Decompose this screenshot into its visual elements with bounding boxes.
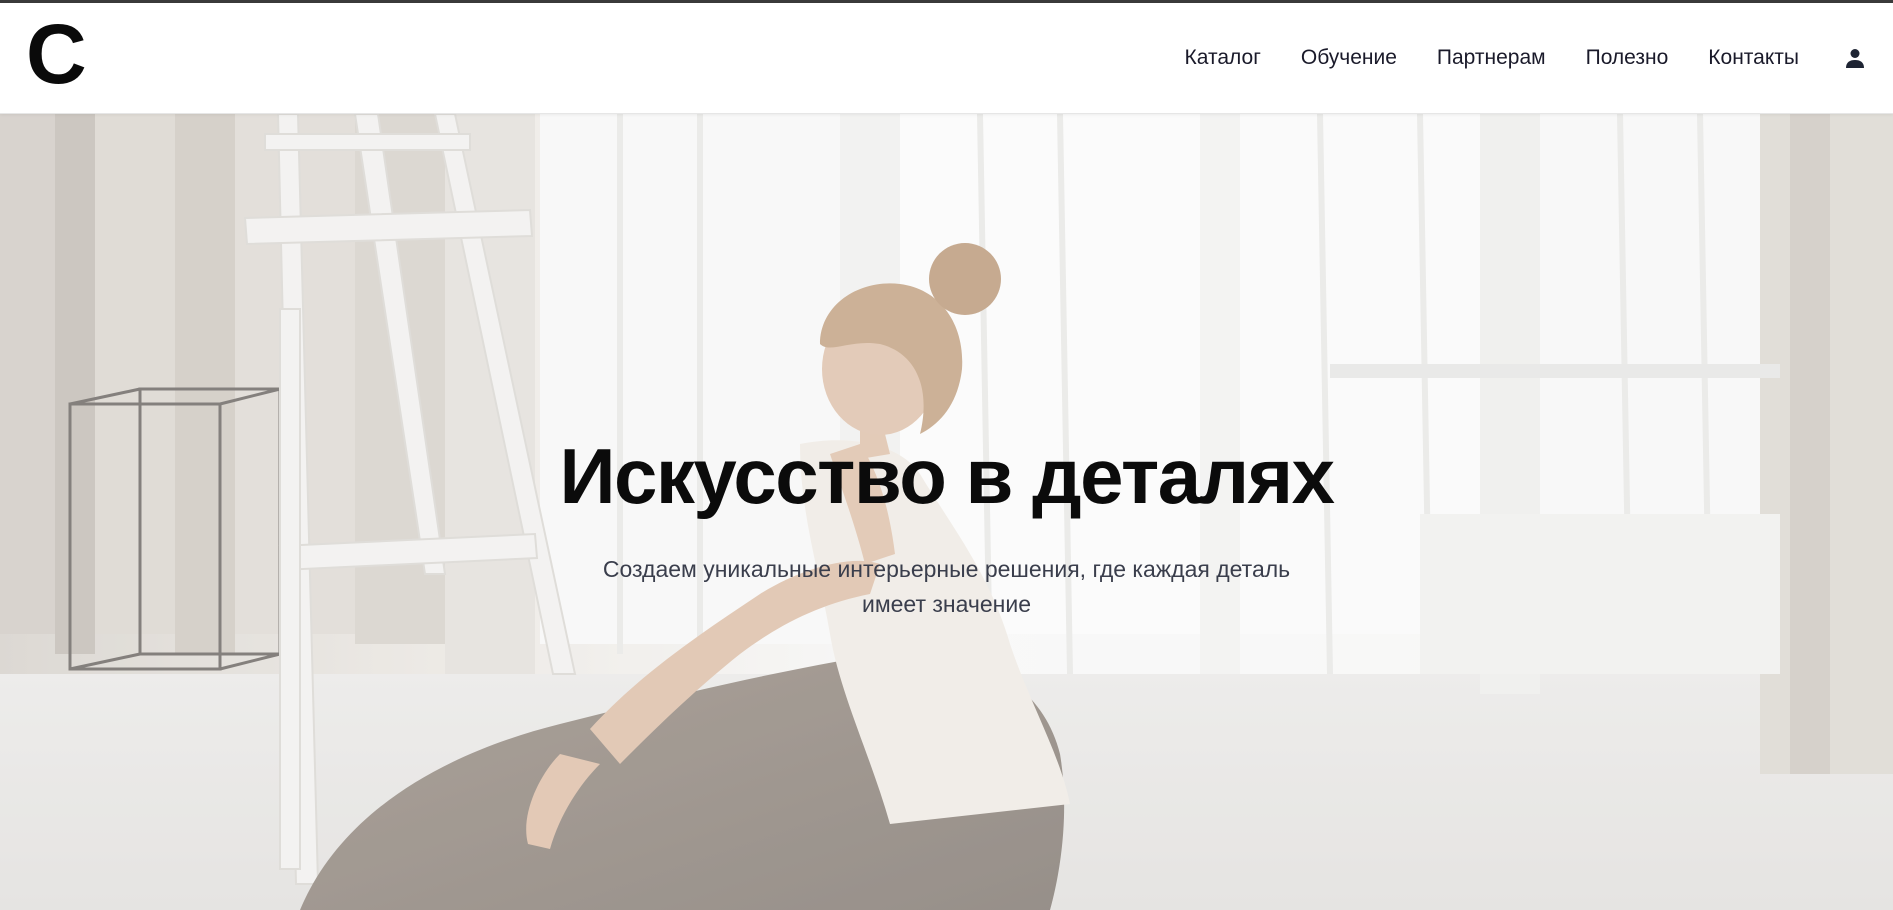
nav-item-partners[interactable]: Партнерам <box>1437 46 1546 70</box>
hero-title: Искусство в деталях <box>559 432 1335 520</box>
main-nav: Каталог Обучение Партнерам Полезно Конта… <box>1185 3 1867 113</box>
logo[interactable]: C <box>26 12 87 96</box>
person-icon[interactable] <box>1843 46 1867 70</box>
hero-section: Искусство в деталях Создаем уникальные и… <box>0 114 1893 910</box>
site-header: C Каталог Обучение Партнерам Полезно Кон… <box>0 3 1893 114</box>
hero-subtitle: Создаем уникальные интерьерные решения, … <box>602 555 1291 617</box>
nav-item-education[interactable]: Обучение <box>1301 46 1397 70</box>
nav-item-catalog[interactable]: Каталог <box>1185 46 1261 70</box>
hero-content: Искусство в деталях Создаем уникальные и… <box>0 432 1893 622</box>
nav-item-contacts[interactable]: Контакты <box>1708 46 1799 70</box>
nav-item-useful[interactable]: Полезно <box>1586 46 1669 70</box>
